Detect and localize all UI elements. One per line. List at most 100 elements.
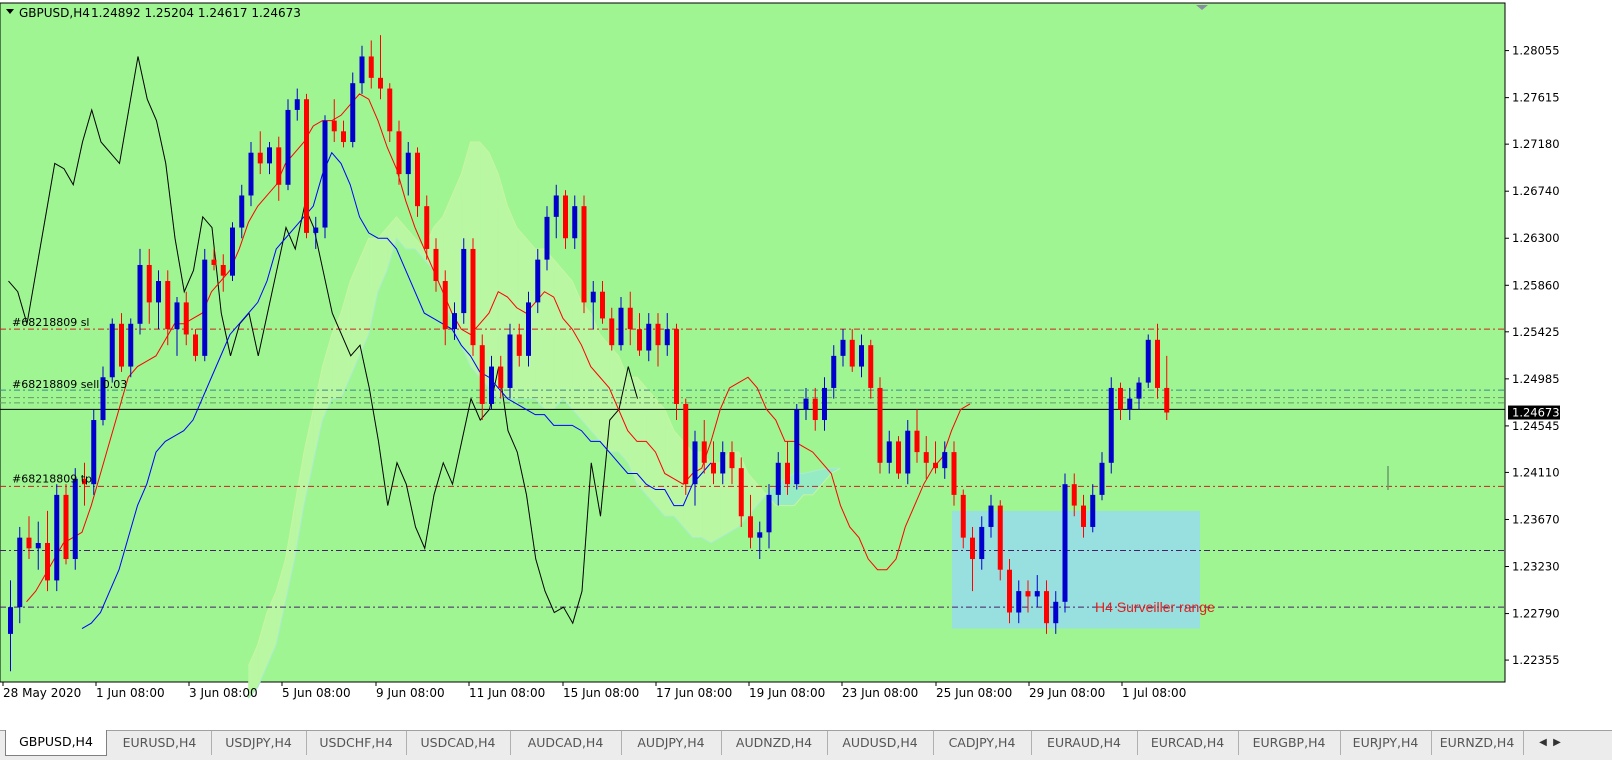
chart-tab-usdchf-h4[interactable]: USDCHF,H4 [306, 731, 407, 755]
candle-body [498, 366, 504, 388]
price-tick-label: 1.26300 [1512, 231, 1560, 245]
candle-body [368, 56, 374, 78]
candle [896, 436, 901, 479]
candle-body [248, 152, 254, 196]
candle-body [341, 131, 346, 143]
candle-body [914, 430, 920, 453]
candle-body [433, 248, 439, 282]
tab-scroll-left-icon[interactable]: ◀ [1537, 735, 1549, 751]
candle-body [840, 339, 846, 356]
chart-tab-eurcad-h4[interactable]: EURCAD,H4 [1137, 731, 1239, 755]
candle-body [822, 387, 827, 421]
candle-body [350, 83, 356, 143]
chart-tab-bar: GBPUSD,H4 EURUSD,H4 USDJPY,H4 USDCHF,H4 USDC… [0, 730, 1612, 760]
price-tick-label: 1.25425 [1512, 325, 1560, 339]
candle-body [1016, 591, 1022, 613]
time-tick-label: 3 Jun 08:00 [189, 686, 258, 700]
candle-body [202, 259, 208, 356]
current-price-label: 1.24673 [1512, 406, 1560, 420]
candle-body [942, 452, 948, 469]
chart-tab-usdcad-h4[interactable]: USDCAD,H4 [406, 731, 511, 755]
price-tick-label: 1.27615 [1512, 91, 1560, 105]
candle-body [452, 313, 457, 330]
price-tick-label: 1.23230 [1512, 560, 1560, 574]
candle-body [905, 430, 911, 474]
candle-body [146, 264, 152, 303]
candle-body [896, 441, 901, 474]
chart-tab-audcad-h4[interactable]: AUDCAD,H4 [510, 731, 622, 755]
candle-body [886, 441, 892, 463]
candle-body [794, 409, 800, 485]
candle-body [17, 537, 23, 608]
time-tick-label: 17 Jun 08:00 [656, 686, 732, 700]
candle-body [165, 281, 171, 330]
candle-body [720, 452, 726, 474]
chart-tab-eurusd-h4[interactable]: EURUSD,H4 [108, 731, 212, 755]
candle-body [692, 441, 698, 485]
candle [322, 115, 328, 239]
time-axis: 28 May 2020 1 Jun 08:00 3 Jun 08:00 5 Jun 0… [2, 682, 1186, 700]
candle [877, 377, 883, 474]
price-tick-label: 1.23670 [1512, 512, 1560, 526]
candle-body [174, 302, 180, 330]
chart-tab-usdjpy-h4[interactable]: USDJPY,H4 [211, 731, 307, 755]
cloud-segment [497, 174, 508, 399]
candle-body [45, 542, 50, 581]
candle [581, 195, 587, 314]
chart-tab-audnzd-h4[interactable]: AUDNZD,H4 [721, 731, 828, 755]
chart-window[interactable]: #68218809 sl #68218809 sell 0.03 #68218809… [0, 0, 1612, 730]
candle [304, 93, 309, 239]
candle-body [415, 152, 420, 207]
candle-body [590, 291, 596, 303]
candle-body [26, 537, 32, 549]
candle-body [609, 318, 615, 346]
cloud-segment [516, 226, 527, 399]
candle-body [461, 248, 467, 314]
stop-loss-label: #68218809 sl [12, 316, 90, 329]
candle-body [849, 339, 855, 367]
candle-body [1155, 339, 1160, 388]
candle-body [1090, 494, 1096, 527]
candle [461, 238, 467, 324]
candle [794, 403, 800, 490]
tab-scroll-right-icon[interactable]: ▶ [1551, 735, 1563, 751]
candle-body [738, 468, 744, 517]
candle-body [470, 248, 476, 346]
time-tick-label: 9 Jun 08:00 [376, 686, 445, 700]
candle [1145, 334, 1151, 388]
chart-tab-eurnzd-h4[interactable]: EURNZD,H4 [1431, 731, 1524, 755]
candle [507, 323, 513, 399]
candle-body [109, 323, 115, 378]
candle-body [54, 494, 60, 581]
candle-body [239, 195, 245, 228]
candle-body [359, 56, 365, 84]
chart-tab-eurgbp-h4[interactable]: EURGBP,H4 [1238, 731, 1341, 755]
candle-body [267, 147, 272, 164]
price-tick-label: 1.27180 [1512, 137, 1560, 151]
chart-tab-gbpusd-h4[interactable]: GBPUSD,H4 [5, 730, 107, 756]
candle-body [997, 505, 1003, 570]
candle-body [63, 494, 69, 560]
chart-tab-euraud-h4[interactable]: EURAUD,H4 [1031, 731, 1138, 755]
candle-body [1044, 591, 1049, 624]
candle-body [442, 281, 448, 330]
candle-body [877, 387, 883, 463]
price-chart[interactable]: #68218809 sl #68218809 sell 0.03 #68218809… [0, 0, 1612, 730]
chart-tab-cadjpy-h4[interactable]: CADJPY,H4 [933, 731, 1032, 755]
candle-body [183, 302, 189, 335]
candle-body [711, 462, 716, 474]
candle-body [137, 264, 143, 324]
candle-body [933, 462, 938, 469]
candle [285, 99, 291, 191]
candle-body [775, 462, 781, 495]
chart-tab-eurjpy-h4[interactable]: EURJPY,H4 [1340, 731, 1432, 755]
chart-tab-audusd-h4[interactable]: AUDUSD,H4 [827, 731, 934, 755]
price-tick-label: 1.24545 [1512, 419, 1560, 433]
chart-tab-audjpy-h4[interactable]: AUDJPY,H4 [621, 731, 722, 755]
plot-area [0, 2, 1506, 683]
candle-body [526, 302, 531, 356]
candle-body [646, 323, 652, 351]
candle-body [276, 147, 282, 185]
candle [63, 484, 69, 565]
candle-body [396, 131, 402, 175]
